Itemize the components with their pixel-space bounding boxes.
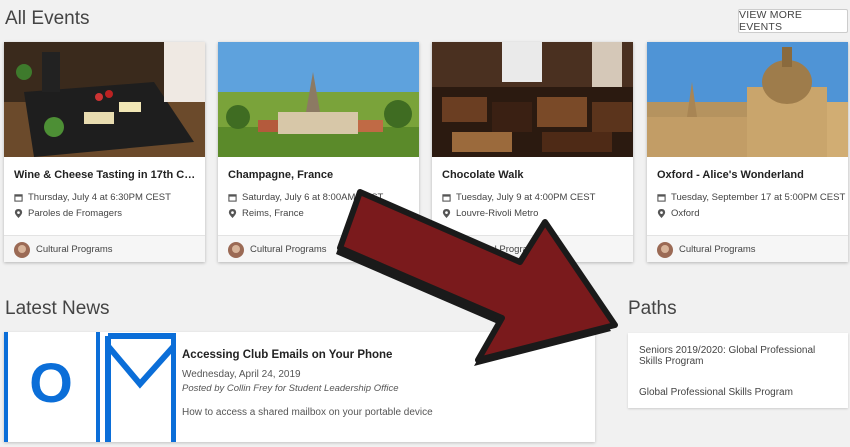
latest-news-heading: Latest News [5, 298, 110, 319]
event-date: Thursday, July 4 at 6:30PM CEST [14, 192, 171, 203]
event-image-oxford [647, 42, 848, 157]
map-pin-icon [228, 209, 237, 218]
event-date-text: Thursday, July 4 at 6:30PM CEST [28, 192, 171, 203]
calendar-icon [442, 194, 451, 202]
event-location-text: Louvre-Rivoli Metro [456, 208, 539, 219]
event-date-text: Tuesday, September 17 at 5:00PM CEST [671, 192, 846, 203]
event-organizer[interactable]: Cultural Programs [432, 235, 633, 262]
organizer-name: Cultural Programs [679, 244, 756, 255]
event-card-chocolate[interactable]: Chocolate Walk Tuesday, July 9 at 4:00PM… [432, 42, 633, 262]
event-organizer[interactable]: Cultural Programs [4, 235, 205, 262]
organizer-avatar [14, 242, 30, 258]
event-location-text: Oxford [671, 208, 700, 219]
calendar-icon [228, 194, 237, 202]
calendar-icon [14, 194, 23, 202]
outlook-logo-icon: O [4, 332, 98, 442]
event-title[interactable]: Chocolate Walk [442, 169, 625, 181]
map-pin-icon [14, 209, 23, 218]
event-location: Reims, France [228, 208, 304, 219]
event-location: Paroles de Fromagers [14, 208, 122, 219]
event-image-champagne [218, 42, 419, 157]
event-location-text: Reims, France [242, 208, 304, 219]
organizer-avatar [442, 242, 458, 258]
event-image-wine-cheese [4, 42, 205, 157]
event-card-champagne[interactable]: Champagne, France Saturday, July 6 at 8:… [218, 42, 419, 262]
event-title[interactable]: Champagne, France [228, 169, 411, 181]
news-item[interactable]: O Accessing Club Emails on Your Phone We… [4, 332, 595, 442]
organizer-avatar [228, 242, 244, 258]
event-title[interactable]: Wine & Cheese Tasting in 17th Ce... [14, 169, 197, 181]
event-date-text: Saturday, July 6 at 8:00AM CEST [242, 192, 384, 203]
all-events-heading: All Events [5, 8, 90, 29]
event-image-chocolate [432, 42, 633, 157]
event-date-text: Tuesday, July 9 at 4:00PM CEST [456, 192, 596, 203]
event-date: Tuesday, September 17 at 5:00PM CEST [657, 192, 845, 203]
calendar-icon [657, 194, 666, 202]
envelope-icon [96, 332, 180, 442]
organizer-name: Cultural Programs [36, 244, 113, 255]
view-more-events-button[interactable]: VIEW MORE EVENTS [738, 9, 848, 33]
event-location: Oxford [657, 208, 700, 219]
path-item[interactable]: Global Professional Skills Program [639, 387, 839, 398]
path-item[interactable]: Seniors 2019/2020: Global Professional S… [639, 345, 839, 367]
paths-list: Seniors 2019/2020: Global Professional S… [628, 333, 848, 408]
event-card-wine-cheese[interactable]: Wine & Cheese Tasting in 17th Ce... Thur… [4, 42, 205, 262]
event-date: Tuesday, July 9 at 4:00PM CEST [442, 192, 595, 203]
organizer-name: Cultural Programs [250, 244, 327, 255]
paths-heading: Paths [628, 298, 677, 319]
event-organizer[interactable]: Cultural Programs [218, 235, 419, 262]
event-location: Louvre-Rivoli Metro [442, 208, 538, 219]
outlook-letter: O [29, 351, 73, 414]
organizer-avatar [657, 242, 673, 258]
news-description: How to access a shared mailbox on your p… [182, 407, 433, 418]
event-location-text: Paroles de Fromagers [28, 208, 122, 219]
organizer-name: Cultural Programs [464, 244, 541, 255]
event-date: Saturday, July 6 at 8:00AM CEST [228, 192, 383, 203]
news-date: Wednesday, April 24, 2019 [182, 369, 301, 380]
news-title[interactable]: Accessing Club Emails on Your Phone [182, 349, 392, 361]
map-pin-icon [442, 209, 451, 218]
event-card-oxford[interactable]: Oxford - Alice's Wonderland Tuesday, Sep… [647, 42, 848, 262]
map-pin-icon [657, 209, 666, 218]
event-title[interactable]: Oxford - Alice's Wonderland [657, 169, 840, 181]
news-byline: Posted by Collin Frey for Student Leader… [182, 383, 399, 394]
event-organizer[interactable]: Cultural Programs [647, 235, 848, 262]
